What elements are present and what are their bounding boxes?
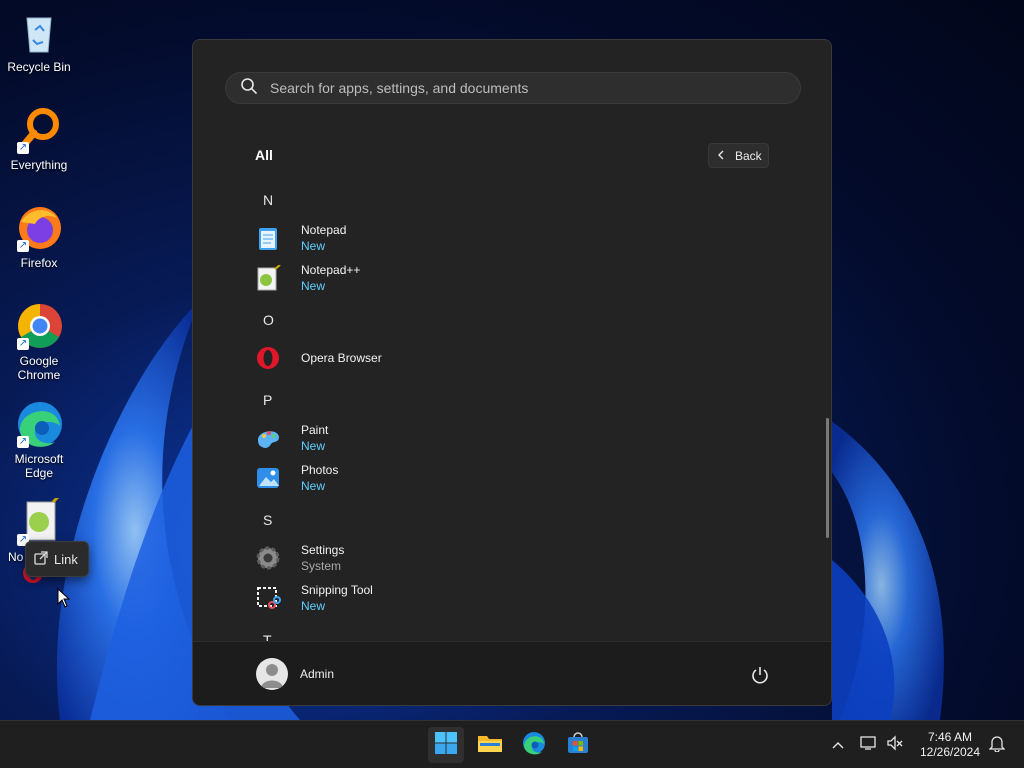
- notepad-icon: [255, 225, 281, 251]
- app-subtitle: New: [301, 439, 326, 453]
- everything-icon: ↗: [15, 106, 63, 154]
- start-menu-footer: Admin: [193, 641, 831, 705]
- desktop-icon-chrome[interactable]: ↗ Google Chrome: [4, 302, 74, 382]
- app-name: Paint: [301, 423, 329, 437]
- paint-icon: [255, 425, 281, 451]
- file-explorer-button[interactable]: [472, 727, 508, 763]
- notepad-plus-plus-icon: [255, 264, 281, 291]
- notepad-plus-plus-icon: ↗: [15, 494, 63, 546]
- shortcut-arrow-icon: ↗: [17, 142, 29, 154]
- app-item-settings[interactable]: Settings System: [255, 540, 535, 576]
- app-name: Snipping Tool: [301, 583, 373, 597]
- chrome-icon: ↗: [15, 302, 63, 350]
- app-name: Notepad: [301, 223, 347, 237]
- taskbar: 7:46 AM 12/26/2024: [0, 720, 1024, 768]
- letter-header-p[interactable]: P: [263, 392, 283, 408]
- back-label: Back: [735, 148, 762, 163]
- app-name: Opera Browser: [301, 351, 382, 365]
- firefox-icon: ↗: [15, 204, 63, 252]
- start-icon: [434, 731, 458, 760]
- network-icon: [860, 735, 878, 756]
- photos-icon: [255, 465, 281, 491]
- back-button[interactable]: Back: [708, 143, 769, 168]
- snipping-tool-icon: [255, 585, 281, 611]
- volume-muted-icon: [886, 734, 904, 756]
- clock-date: 12/26/2024: [919, 745, 981, 759]
- search-input[interactable]: [270, 80, 790, 96]
- desktop-icon-label: Microsoft Edge: [14, 452, 64, 480]
- start-menu: All Back N Notepad New Notepad++ New: [192, 39, 832, 706]
- shortcut-arrow-icon: ↗: [17, 338, 29, 350]
- edge-icon: ↗: [15, 400, 63, 448]
- desktop-icon-label: Firefox: [20, 256, 58, 270]
- store-button[interactable]: [560, 727, 596, 763]
- start-button[interactable]: [428, 727, 464, 763]
- recycle-bin-icon: [15, 8, 63, 56]
- app-name: Photos: [301, 463, 339, 477]
- app-item-notepad[interactable]: Notepad New: [255, 220, 535, 256]
- power-icon: [749, 667, 771, 690]
- opera-icon: [255, 345, 281, 371]
- app-item-notepad-plus-plus[interactable]: Notepad++ New: [255, 260, 535, 296]
- mouse-cursor-icon: [57, 587, 71, 613]
- shortcut-arrow-icon: ↗: [17, 436, 29, 448]
- link-tooltip: Link: [25, 541, 89, 577]
- app-item-photos[interactable]: Photos New: [255, 460, 535, 496]
- shortcut-arrow-icon: ↗: [17, 240, 29, 252]
- desktop-icon-firefox[interactable]: ↗ Firefox: [4, 204, 74, 270]
- all-apps-title: All: [255, 147, 273, 163]
- app-list[interactable]: N Notepad New Notepad++ New O Opera Brow…: [193, 180, 823, 642]
- app-item-snipping-tool[interactable]: Snipping Tool New: [255, 580, 535, 616]
- letter-header-n[interactable]: N: [263, 192, 283, 208]
- volume-button[interactable]: [884, 721, 906, 768]
- user-account-button[interactable]: Admin: [256, 658, 334, 690]
- app-name: Notepad++: [301, 263, 361, 277]
- avatar: [256, 658, 288, 690]
- app-name: Settings: [301, 543, 345, 557]
- letter-header-o[interactable]: O: [263, 312, 283, 328]
- desktop-icon-label: Recycle Bin: [7, 60, 71, 74]
- desktop-icon-recycle-bin[interactable]: Recycle Bin: [4, 8, 74, 74]
- app-list-scrollbar[interactable]: [826, 418, 829, 538]
- tooltip-label: Link: [54, 551, 78, 567]
- app-subtitle: New: [301, 479, 326, 493]
- app-subtitle: New: [301, 279, 326, 293]
- user-name: Admin: [300, 667, 335, 681]
- edge-icon: [522, 731, 546, 760]
- open-link-icon: [34, 550, 48, 568]
- network-status-button[interactable]: [858, 721, 880, 768]
- notifications-button[interactable]: [986, 721, 1008, 768]
- edge-taskbar-button[interactable]: [516, 727, 552, 763]
- desktop-icon-everything[interactable]: ↗ Everything: [4, 106, 74, 172]
- search-icon: [240, 77, 258, 100]
- app-subtitle: New: [301, 239, 326, 253]
- desktop-icon-edge[interactable]: ↗ Microsoft Edge: [4, 400, 74, 480]
- search-box[interactable]: [225, 72, 801, 104]
- app-item-opera[interactable]: Opera Browser: [255, 340, 535, 376]
- chevron-up-icon: [832, 736, 844, 754]
- show-hidden-icons-button[interactable]: [826, 721, 850, 768]
- desktop-icon-label: Everything: [10, 158, 68, 172]
- clock-time: 7:46 AM: [927, 730, 973, 744]
- app-item-paint[interactable]: Paint New: [255, 420, 535, 456]
- settings-gear-icon: [255, 545, 281, 571]
- app-subtitle: New: [301, 599, 326, 613]
- store-icon: [566, 731, 590, 760]
- bell-icon: [988, 734, 1006, 757]
- clock[interactable]: 7:46 AM 12/26/2024: [912, 730, 988, 760]
- power-button[interactable]: [749, 664, 771, 686]
- letter-header-s[interactable]: S: [263, 512, 283, 528]
- app-subtitle: System: [301, 559, 342, 573]
- file-explorer-icon: [477, 732, 503, 759]
- desktop-icon-label: Google Chrome: [17, 354, 61, 382]
- chevron-left-icon: [717, 149, 725, 163]
